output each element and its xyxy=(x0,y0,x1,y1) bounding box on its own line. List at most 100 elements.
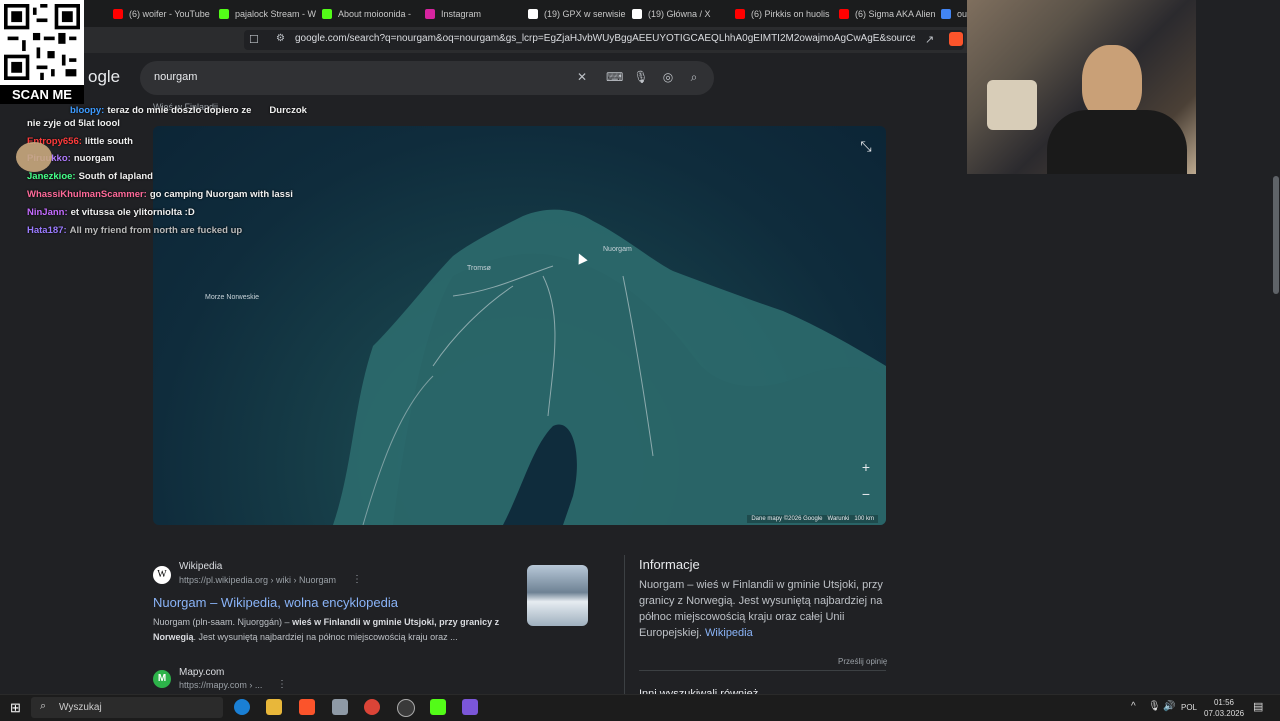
site-info-icon[interactable]: ⚙ xyxy=(276,33,285,44)
tab-favicon-icon xyxy=(941,8,951,19)
streamer-head xyxy=(1082,45,1142,120)
map-label-nuorgam[interactable]: Nuorgam xyxy=(603,246,632,254)
map-label-tromso[interactable]: Tromsø xyxy=(467,265,491,273)
zoom-out-button[interactable]: − xyxy=(856,484,876,504)
tab-label: pajalock Stream - W xyxy=(235,8,317,19)
result-site-name[interactable]: Wikipedia xyxy=(179,561,222,572)
tab-favicon-icon xyxy=(528,8,538,19)
qr-code-icon xyxy=(4,4,80,80)
result-title-link[interactable]: Nuorgam – Wikipedia, wolna encyklopedia xyxy=(153,595,398,610)
tab-label: (19) GPX w serwisie xyxy=(544,8,626,19)
search-box[interactable] xyxy=(140,61,714,95)
knowledge-title: Informacje xyxy=(639,557,700,572)
chair xyxy=(987,80,1037,130)
file-explorer-icon[interactable] xyxy=(266,699,282,715)
bookmark-icon[interactable]: ☐ xyxy=(249,33,259,46)
chat-text: All my friend from north are fucked up xyxy=(69,225,243,236)
share-icon[interactable]: ↗ xyxy=(925,33,934,46)
chat-text: South of lapland xyxy=(78,171,153,182)
result-thumbnail[interactable] xyxy=(527,565,588,626)
tab-favicon-icon xyxy=(735,8,745,19)
snippet-start: Nuorgam (pln-saam. Njuorggán) – xyxy=(153,617,293,627)
divider xyxy=(624,555,625,694)
taskbar-search-input[interactable]: Wyszukaj xyxy=(59,702,102,713)
lens-icon[interactable]: ◎ xyxy=(660,69,676,85)
url-text[interactable]: google.com/search?q=nourgam&oq=nourgam&g… xyxy=(295,33,915,44)
tab[interactable]: (6) Sigma AKA Alien xyxy=(839,4,937,23)
chat-message: Janezkioe: South of lapland xyxy=(27,171,153,182)
tab-label: (19) Główna / X xyxy=(648,8,711,19)
microphone-icon[interactable]: 🎙 xyxy=(633,69,649,85)
language-indicator[interactable]: POL xyxy=(1181,703,1197,712)
windows-start-icon[interactable]: ⊞ xyxy=(10,700,21,716)
brave-shield-icon[interactable] xyxy=(949,32,963,46)
map-scale: 100 km xyxy=(854,516,874,522)
chat-text: little south xyxy=(84,136,133,147)
search-icon[interactable]: ⌕ xyxy=(686,69,702,85)
microphone-icon[interactable]: 🎙 xyxy=(1148,701,1161,712)
tab[interactable]: Instagram xyxy=(425,4,523,23)
tab[interactable]: (19) GPX w serwisie xyxy=(528,4,626,23)
tab[interactable]: pajalock Stream - W xyxy=(219,4,317,23)
clear-icon[interactable]: ✕ xyxy=(574,69,590,85)
mapy-icon[interactable]: M xyxy=(153,670,171,688)
snippet-end: . Jest wysuniętą najbardziej na północ m… xyxy=(193,632,458,642)
chrome-icon[interactable] xyxy=(364,699,380,715)
google-logo[interactable]: ogle xyxy=(88,67,120,87)
scrollbar-thumb[interactable] xyxy=(1273,176,1279,294)
more-options-icon[interactable]: ⋮ xyxy=(277,679,287,690)
tab[interactable]: ou xyxy=(941,4,968,23)
map-copyright: Dane mapy ©2026 Google xyxy=(751,516,823,522)
clock-date: 07.03.2026 xyxy=(1204,709,1245,718)
more-options-icon[interactable]: ⋮ xyxy=(352,574,362,585)
search-input[interactable]: nourgam xyxy=(154,71,197,83)
result-snippet: Nuorgam (pln-saam. Njuorggán) – wieś w F… xyxy=(153,615,523,645)
tray-chevron-icon[interactable]: ^ xyxy=(1131,701,1136,712)
chat-username: NinJann: xyxy=(27,207,68,218)
app-icon[interactable] xyxy=(332,699,348,715)
result-site-name[interactable]: Mapy.com xyxy=(179,667,224,678)
edge-icon[interactable] xyxy=(234,699,250,715)
map-label-sea: Morze Norweskie xyxy=(205,294,260,301)
chat-text: nie zyje od 5lat loool xyxy=(27,118,120,129)
map-attribution: Dane mapy ©2026 Google Warunki 100 km xyxy=(747,515,878,523)
tab[interactable]: (6) Pirkkis on huolis xyxy=(735,4,833,23)
tab-favicon-icon xyxy=(632,8,642,19)
knowledge-source-link[interactable]: Wikipedia xyxy=(705,627,753,639)
kick-icon[interactable] xyxy=(430,699,446,715)
chat-message: WhassiKhulmanScammer: go camping Nuorgam … xyxy=(27,189,293,200)
obs-icon[interactable] xyxy=(397,699,415,717)
app-icon[interactable] xyxy=(462,699,478,715)
search-icon: ⌕ xyxy=(40,700,47,712)
tab[interactable]: (6) woifer - YouTube xyxy=(113,4,211,23)
map-terms-link[interactable]: Warunki xyxy=(828,516,850,522)
feedback-link[interactable]: Prześlij opinię xyxy=(838,657,887,666)
webcam-feed xyxy=(967,0,1196,174)
zoom-in-button[interactable]: + xyxy=(856,457,876,477)
map-panel[interactable]: Morze Norweskie Tromsø Nuorgam ⤡ + − Dan… xyxy=(153,126,886,525)
chat-message: nie zyje od 5lat loool xyxy=(27,118,120,129)
wikipedia-icon[interactable]: W xyxy=(153,566,171,584)
collapse-map-icon[interactable]: ⤡ xyxy=(856,136,876,156)
clock[interactable]: 01:56 07.03.2026 xyxy=(1204,697,1244,719)
tab[interactable]: About moioonida - xyxy=(322,4,420,23)
tab-label: (6) woifer - YouTube xyxy=(129,8,210,19)
chat-text: go camping Nuorgam with lassi xyxy=(149,189,293,200)
tab-favicon-icon xyxy=(425,8,435,19)
streamer-shirt xyxy=(1047,110,1187,174)
chat-username: WhassiKhulmanScammer: xyxy=(27,189,147,200)
tab-favicon-icon xyxy=(322,8,332,19)
result-url[interactable]: https://mapy.com › ... xyxy=(179,680,262,690)
clock-time: 01:56 xyxy=(1213,698,1235,707)
brave-icon[interactable] xyxy=(299,699,315,715)
tab-label: (6) Pirkkis on huolis xyxy=(751,8,830,19)
tab[interactable]: (19) Główna / X xyxy=(632,4,730,23)
tab-label: (6) Sigma AKA Alien xyxy=(855,8,936,19)
volume-icon[interactable]: 🔊 xyxy=(1163,701,1175,712)
chat-text: Durczok xyxy=(269,105,307,116)
result-url[interactable]: https://pl.wikipedia.org › wiki › Nuorga… xyxy=(179,575,336,585)
knowledge-description: Nuorgam – wieś w Finlandii w gminie Utsj… xyxy=(639,577,889,641)
keyboard-icon[interactable]: ⌨ xyxy=(606,69,623,85)
chat-message: NinJann: et vitussa ole ylitorniolta :D xyxy=(27,207,195,218)
notifications-icon[interactable]: ▤ xyxy=(1253,700,1263,713)
